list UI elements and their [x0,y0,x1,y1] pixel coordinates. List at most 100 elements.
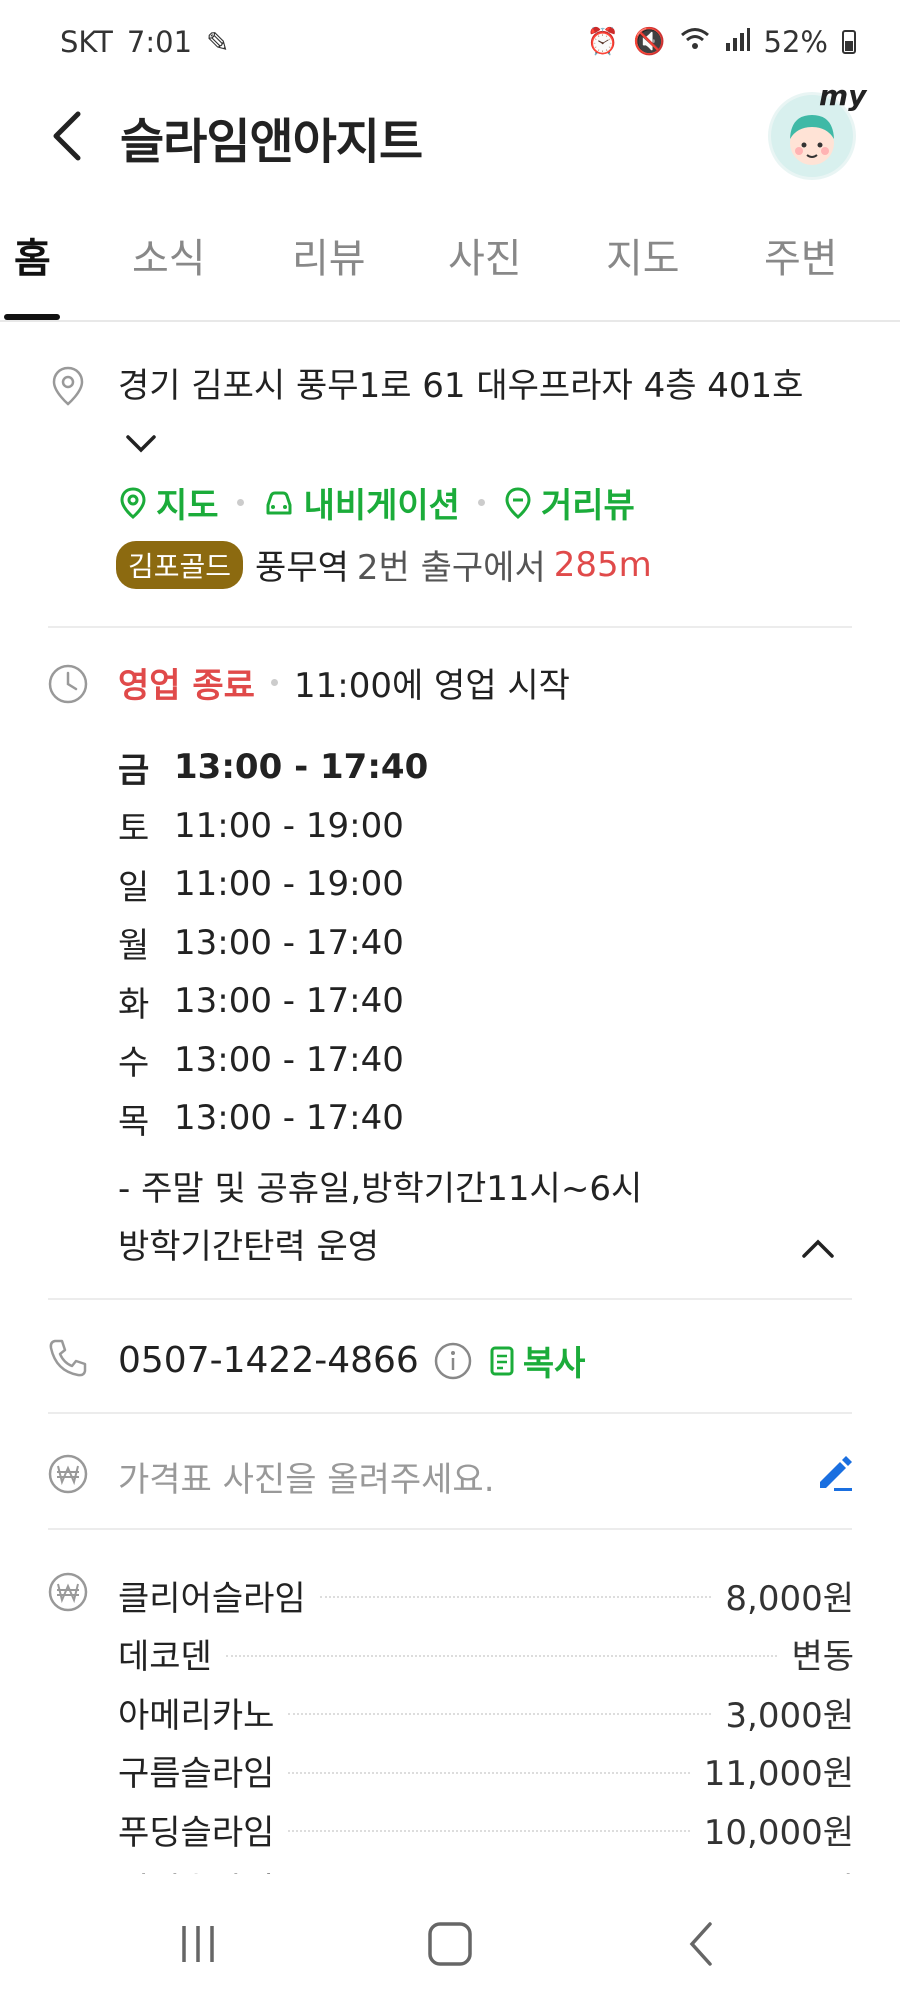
price-photo-prompt[interactable]: 가격표 사진을 올려주세요. [118,1452,495,1501]
menu-item[interactable]: 클리어슬라임 8,000원 [118,1566,854,1625]
hours-row: 목 13:00 - 17:40 [118,1089,428,1148]
recent-apps-button[interactable] [168,1914,228,1974]
map-link-label: 지도 [156,486,219,526]
signal-icon [724,27,750,58]
menu-item-price: 8,000원 [725,1578,854,1619]
hours-time: 13:00 - 17:40 [174,981,404,1022]
copy-button-label: 복사 [522,1344,586,1384]
divider [48,626,852,628]
hours-row: 월 13:00 - 17:40 [118,914,428,973]
chevron-left-icon [53,111,81,161]
hours-row: 수 13:00 - 17:40 [118,1031,428,1090]
menu-item-name: 아메리카노 [118,1695,275,1736]
transit-info: 김포골드 풍무역 2번 출구에서 285m [116,540,652,589]
hours-time: 13:00 - 17:40 [174,747,429,788]
won-icon [48,1572,88,1612]
hours-day: 월 [118,926,150,967]
map-pin-icon [120,486,146,519]
car-icon [266,491,292,514]
menu-item-name: 버터슬라임 [118,1863,274,1874]
hours-note: - 주말 및 공휴일,방학기간11시~6시 방학기간탄력 운영 [118,1160,718,1276]
divider [48,1298,852,1300]
next-open-time: 11:00에 영업 시작 [293,666,570,706]
hours-day: 일 [118,867,150,908]
menu-item-name: 데코덴 [118,1637,212,1678]
phone-row: 0507-1422-4866 복사 [118,1336,585,1385]
copy-button[interactable]: 복사 [487,1336,586,1385]
dotted-leader [288,1771,690,1774]
menu-item[interactable]: 아메리카노 3,000원 [118,1683,854,1742]
hours-note-line: - 주말 및 공휴일,방학기간11시~6시 [118,1169,643,1209]
location-pin-icon [52,366,84,406]
menu-item-name: 클리어슬라임 [118,1578,306,1619]
menu-item[interactable]: 구름슬라임 11,000원 [118,1742,854,1801]
won-icon [48,1454,88,1494]
street-view-link[interactable]: 거리뷰 [503,478,635,527]
map-link[interactable]: 지도 [118,478,219,527]
address-text[interactable]: 경기 김포시 풍무1로 61 대우프라자 4층 401호 [118,358,818,472]
business-status: 영업 종료 11:00에 영업 시작 [118,658,570,707]
hours-note-line: 방학기간탄력 운영 [118,1227,380,1267]
dotted-leader [225,1654,778,1657]
menu-item-price: 3,000원 [725,1695,854,1736]
system-back-button[interactable] [672,1914,732,1974]
divider [48,1528,852,1530]
hours-list: 금 13:00 - 17:40 토 11:00 - 19:00 일 11:00 … [118,738,428,1148]
closed-status: 영업 종료 [118,666,255,706]
battery-percent: 52% [763,25,828,59]
chevron-up-icon[interactable] [796,1226,840,1270]
menu-item-price: 10,000원 [703,1812,854,1853]
back-button[interactable] [40,106,100,166]
page-title: 슬라임앤아지트 [120,114,423,170]
menu-list: 클리어슬라임 8,000원 데코덴 변동 아메리카노 3,000원 구름슬라임 … [118,1566,854,1874]
menu-item-price: 9,000원 [725,1863,854,1874]
home-button[interactable] [420,1914,480,1974]
menu-item-price: 11,000원 [703,1754,854,1795]
my-profile-avatar[interactable]: my [768,79,866,180]
system-nav-bar [0,1874,900,2000]
phone-number[interactable]: 0507-1422-4866 [118,1340,419,1381]
hours-day: 화 [118,984,150,1025]
tab-map[interactable]: 지도 [606,226,680,284]
hours-row-today: 금 13:00 - 17:40 [118,738,428,797]
alarm-icon: ⏰ [586,27,620,57]
phone-icon [49,1339,87,1377]
dotted-leader [288,1830,690,1833]
mute-icon: 🔇 [633,27,666,57]
address-links: 지도 내비게이션 거리뷰 [118,478,635,527]
station-distance: 285m [553,544,652,585]
dotted-leader [288,1713,712,1716]
pencil-icon[interactable] [814,1452,854,1492]
hours-day: 수 [118,1043,150,1084]
avatar-my-label: my [819,79,867,112]
station-name: 풍무역 [255,548,349,588]
tab-photos[interactable]: 사진 [448,226,522,284]
navigation-link[interactable]: 내비게이션 [262,478,460,527]
hours-day: 목 [118,1101,150,1142]
menu-item-price: 변동 [791,1637,854,1678]
status-bar: SKT 7:01 ✎ ⏰ 🔇 52% [0,0,900,84]
navigation-link-label: 내비게이션 [303,486,460,526]
hours-day: 금 [118,750,150,791]
separator-dot [236,499,244,506]
menu-item[interactable]: 데코덴 변동 [118,1625,854,1684]
station-exit: 2번 출구에서 [356,548,546,588]
hours-time: 13:00 - 17:40 [174,922,404,963]
divider [48,1412,852,1414]
carrier-label: SKT [60,25,113,59]
hours-time: 11:00 - 19:00 [174,864,404,905]
hours-day: 토 [118,809,150,850]
tab-news[interactable]: 소식 [132,226,206,284]
menu-item-name: 푸딩슬라임 [118,1812,275,1853]
chevron-down-icon[interactable] [124,416,158,472]
pen-icon: ✎ [206,25,230,59]
separator-dot [270,679,278,686]
menu-item[interactable]: 버터슬라임 9,000원 [118,1859,854,1874]
info-icon[interactable] [433,1341,473,1381]
tab-home[interactable]: 홈 [14,226,51,284]
clock: 7:01 [126,25,193,59]
menu-item[interactable]: 푸딩슬라임 10,000원 [118,1800,854,1859]
tab-nearby[interactable]: 주변 [764,226,838,284]
tab-reviews[interactable]: 리뷰 [292,226,366,284]
wifi-icon [680,26,710,59]
